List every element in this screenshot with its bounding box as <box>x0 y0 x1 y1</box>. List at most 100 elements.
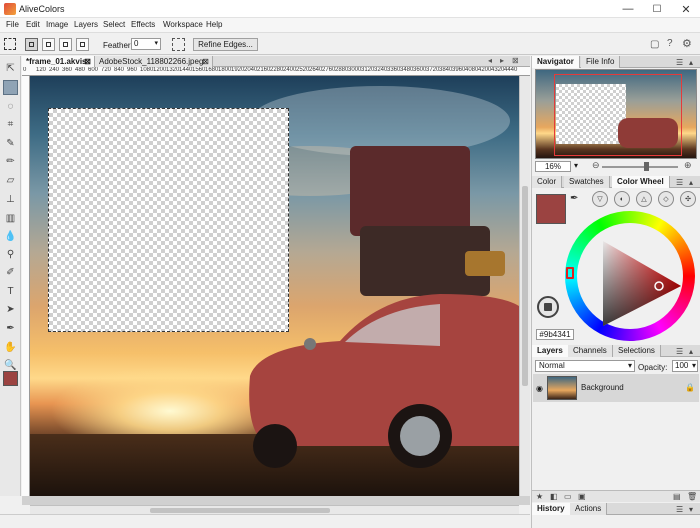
reset-color-button[interactable] <box>537 296 559 318</box>
rect-marquee-icon[interactable] <box>4 38 16 50</box>
tab-frame-01[interactable]: *frame_01.akvis ⊠ <box>22 56 95 67</box>
horizontal-scrollbar[interactable] <box>30 505 519 514</box>
tab-color[interactable]: Color <box>532 176 563 188</box>
tab-selections[interactable]: Selections <box>613 345 661 357</box>
blur-tool-icon[interactable]: 💧 <box>3 229 18 244</box>
collapse-icon[interactable]: ▴ <box>689 347 693 356</box>
menu-edit[interactable]: Edit <box>26 20 40 29</box>
refine-edges-button[interactable]: Refine Edges... <box>193 38 258 51</box>
navigator-preview[interactable] <box>535 69 697 159</box>
menu-select[interactable]: Select <box>103 20 125 29</box>
foreground-color-swatch[interactable] <box>3 371 18 386</box>
dodge-tool-icon[interactable]: ⚲ <box>3 247 18 262</box>
add-selection-button[interactable] <box>42 38 55 51</box>
chevron-down-icon[interactable]: ▾ <box>574 161 578 170</box>
maximize-button[interactable]: ☐ <box>643 0 671 18</box>
eraser-tool-icon[interactable]: ▱ <box>3 173 18 188</box>
zoom-slider[interactable] <box>602 166 678 168</box>
close-icon[interactable]: ⊠ <box>202 56 209 67</box>
feather-input[interactable]: 0 ▾ <box>131 38 161 50</box>
lock-icon[interactable]: 🔒 <box>685 383 695 392</box>
panel-menu-icon[interactable]: ☰ <box>676 347 683 356</box>
close-icon[interactable]: ⊠ <box>84 56 91 67</box>
zoom-input[interactable]: 16% <box>535 161 571 172</box>
path-select-tool-icon[interactable]: ➤ <box>3 302 18 317</box>
collapse-icon[interactable]: ▴ <box>689 58 693 67</box>
harmony-complement-icon[interactable]: ◐ <box>614 191 630 207</box>
tab-adobestock[interactable]: AdobeStock_118802266.jpeg ⊠ <box>95 56 213 67</box>
tab-channels[interactable]: Channels <box>568 345 613 357</box>
harmony-mono-icon[interactable]: ▽ <box>592 191 608 207</box>
tab-scroll-left-icon[interactable]: ◂ <box>488 56 492 65</box>
menu-effects[interactable]: Effects <box>131 20 155 29</box>
new-layer-icon[interactable]: ▤ <box>673 492 681 501</box>
menu-image[interactable]: Image <box>46 20 68 29</box>
zoom-slider-handle[interactable] <box>644 162 649 171</box>
group-icon[interactable]: ▭ <box>564 492 572 501</box>
crop-tool-icon[interactable]: ⌗ <box>3 117 18 132</box>
eyedropper-tool-icon[interactable]: ✎ <box>3 136 18 151</box>
tab-swatches[interactable]: Swatches <box>564 176 610 188</box>
fill-tool-icon[interactable]: ▥ <box>3 211 18 226</box>
menu-help[interactable]: Help <box>206 20 222 29</box>
panel-menu-icon[interactable]: ☰ <box>676 58 683 67</box>
help-question-icon[interactable]: ? <box>667 38 673 49</box>
vertical-scrollbar[interactable] <box>519 76 530 496</box>
menu-file[interactable]: File <box>6 20 19 29</box>
tab-actions[interactable]: Actions <box>570 503 608 515</box>
harmony-triad-icon[interactable]: △ <box>636 191 652 207</box>
scrollbar-thumb[interactable] <box>522 186 528 386</box>
chevron-down-icon[interactable]: ▾ <box>154 39 158 47</box>
blend-mode-select[interactable]: Normal ▾ <box>535 360 635 372</box>
mask-icon[interactable]: ◧ <box>550 492 558 501</box>
close-button[interactable]: ✕ <box>672 0 700 18</box>
subtract-selection-button[interactable] <box>59 38 72 51</box>
expand-icon[interactable]: ▾ <box>689 505 693 514</box>
scrollbar-thumb[interactable] <box>150 508 330 513</box>
eyedropper-icon[interactable]: ✒ <box>570 193 578 204</box>
navigator-view-frame[interactable] <box>554 74 682 156</box>
menu-layers[interactable]: Layers <box>74 20 98 29</box>
trash-icon[interactable]: 🗑 <box>687 492 697 501</box>
selection-mode-icon[interactable] <box>172 38 185 51</box>
intersect-selection-button[interactable] <box>76 38 89 51</box>
tab-file-info[interactable]: File Info <box>581 56 621 68</box>
lasso-tool-icon[interactable]: ◌ <box>3 99 18 114</box>
minimize-button[interactable]: — <box>614 0 642 18</box>
harmony-tetrad-icon[interactable]: ✣ <box>680 191 696 207</box>
layer-row-background[interactable]: ◉ Background 🔒 <box>533 374 699 402</box>
new-selection-button[interactable] <box>25 38 38 51</box>
tab-scroll-right-icon[interactable]: ▸ <box>500 56 504 65</box>
color-wheel[interactable] <box>565 211 695 341</box>
harmony-split-icon[interactable]: ◇ <box>658 191 674 207</box>
zoom-in-icon[interactable]: ⊕ <box>684 160 692 171</box>
stamp-tool-icon[interactable]: ⊥ <box>3 192 18 207</box>
tab-layers[interactable]: Layers <box>532 345 569 357</box>
eye-icon[interactable]: ◉ <box>536 384 543 393</box>
hue-marker[interactable] <box>566 267 574 279</box>
collapse-icon[interactable]: ▴ <box>689 178 693 187</box>
panel-menu-icon[interactable]: ☰ <box>676 178 683 187</box>
opacity-input[interactable]: 100 ▾ <box>672 360 698 372</box>
tab-history[interactable]: History <box>532 503 571 515</box>
color-picker-tool-icon[interactable]: ✒ <box>3 321 18 336</box>
menu-workspace[interactable]: Workspace <box>163 20 203 29</box>
text-tool-icon[interactable]: T <box>3 284 18 299</box>
hex-color-input[interactable]: #9b4341 <box>536 329 574 340</box>
current-color-swatch[interactable] <box>536 194 566 224</box>
brush-tool-icon[interactable]: ✏ <box>3 154 18 169</box>
adjustment-icon[interactable]: ▣ <box>578 492 586 501</box>
marquee-tool-icon[interactable] <box>3 80 18 95</box>
gear-icon[interactable]: ⚙ <box>682 37 692 50</box>
tab-navigator[interactable]: Navigator <box>532 56 580 68</box>
tab-color-wheel[interactable]: Color Wheel <box>612 176 670 188</box>
color-triangle[interactable] <box>573 221 687 331</box>
help-icon[interactable]: ▢ <box>650 39 659 50</box>
zoom-out-icon[interactable]: ⊖ <box>592 160 600 171</box>
image-canvas[interactable] <box>30 76 519 496</box>
tab-close-all-icon[interactable]: ⊠ <box>512 56 519 65</box>
hand-tool-icon[interactable]: ✋ <box>3 340 18 355</box>
fx-icon[interactable]: ★ <box>536 492 543 501</box>
move-tool-icon[interactable]: ⇱ <box>3 61 18 76</box>
pen-tool-icon[interactable]: ✐ <box>3 265 18 280</box>
